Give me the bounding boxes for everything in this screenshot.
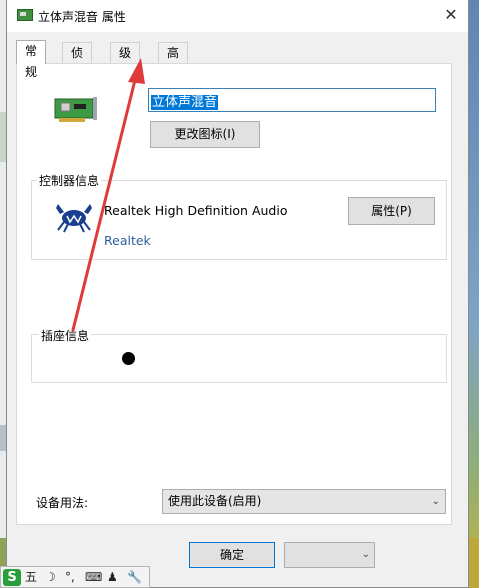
window-title: 立体声混音 属性: [38, 10, 126, 24]
wrench-icon[interactable]: 🔧: [127, 570, 142, 585]
device-name-input[interactable]: 立体声混音: [148, 88, 436, 112]
change-icon-button[interactable]: 更改图标(I): [150, 121, 260, 148]
moon-icon[interactable]: ☽: [45, 570, 56, 585]
sound-card-icon: [17, 9, 33, 21]
chevron-down-icon: ⌄: [431, 496, 440, 507]
punctuation-icon[interactable]: °,: [65, 570, 75, 585]
user-icon[interactable]: ♟: [107, 570, 118, 585]
chevron-down-icon: ⌄: [361, 549, 370, 560]
cursor-dot: [122, 352, 135, 365]
ime-toolbar: S 五 ☽ °, ⌨ ♟ 🔧: [0, 566, 150, 588]
controller-vendor: Realtek: [104, 233, 151, 248]
sound-card-icon: [54, 97, 97, 122]
device-usage-label: 设备用法:: [36, 496, 89, 510]
device-usage-value: 使用此设备(启用): [168, 494, 262, 508]
tab-levels[interactable]: 级别: [110, 42, 141, 81]
jack-info-group: [31, 334, 447, 383]
cancel-button[interactable]: ⌄: [284, 542, 375, 568]
keyboard-icon[interactable]: ⌨: [85, 570, 102, 585]
close-button[interactable]: ✕: [440, 4, 462, 26]
title-bar[interactable]: 立体声混音 属性 ✕: [7, 0, 468, 32]
device-name-value: 立体声混音: [151, 95, 219, 110]
device-usage-select[interactable]: 使用此设备(启用) ⌄: [162, 489, 446, 514]
properties-button[interactable]: 属性(P): [348, 197, 435, 225]
jack-info-label: 插座信息: [39, 327, 92, 344]
realtek-crab-icon: [56, 204, 92, 233]
tab-advanced[interactable]: 高级: [158, 42, 189, 81]
tab-general[interactable]: 常规: [16, 40, 47, 79]
controller-info-label: 控制器信息: [37, 172, 102, 189]
ok-button[interactable]: 确定: [189, 542, 275, 568]
ime-wubi-mode[interactable]: 五: [25, 570, 37, 585]
controller-name: Realtek High Definition Audio: [104, 203, 288, 218]
tab-listen[interactable]: 侦听: [62, 42, 93, 81]
sogou-logo-icon[interactable]: S: [3, 569, 21, 586]
